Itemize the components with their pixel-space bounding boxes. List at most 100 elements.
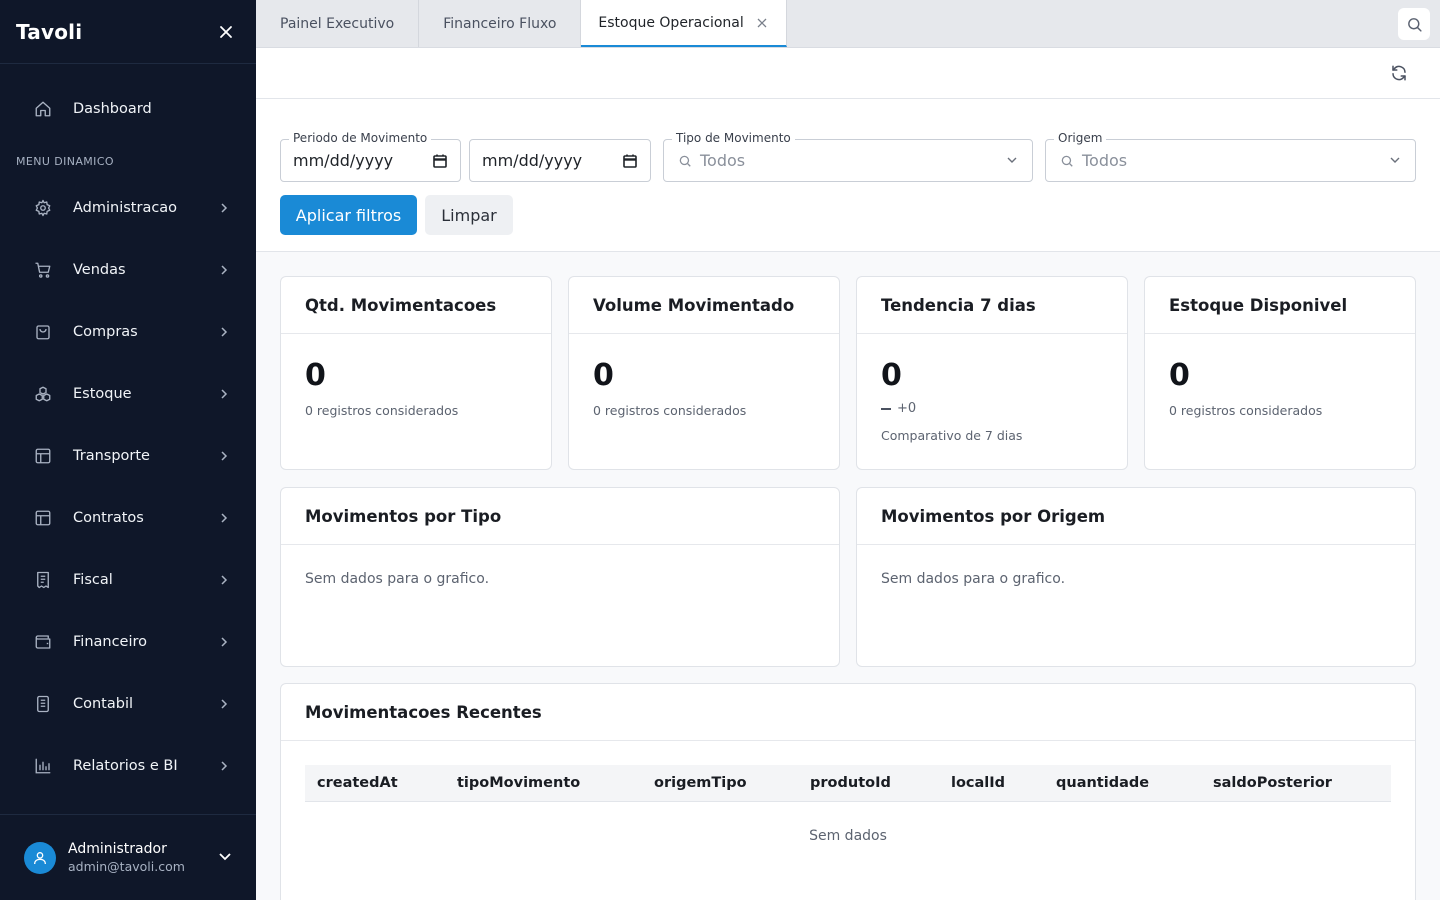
search-button[interactable] (1398, 8, 1430, 40)
main-content: Painel Executivo Financeiro Fluxo Estoqu… (256, 0, 1440, 900)
chart-empty-message: Sem dados para o grafico. (881, 571, 1066, 587)
tab-bar: Painel Executivo Financeiro Fluxo Estoqu… (256, 0, 1440, 48)
sidebar-item-label: Compras (73, 324, 138, 340)
kpi-value: 0 (881, 358, 902, 393)
refresh-icon (1392, 65, 1406, 81)
apply-filters-button[interactable]: Aplicar filtros (280, 195, 417, 235)
chevron-down-icon (1006, 151, 1018, 170)
chart-card-movimentos-por-origem: Movimentos por Origem Sem dados para o g… (856, 487, 1416, 667)
sidebar-item-estoque[interactable]: Estoque (0, 372, 256, 416)
kpi-delta: +0 (881, 401, 1103, 416)
table-header: createdAt tipoMovimento origemTipo produ… (305, 765, 1391, 802)
user-menu[interactable]: Administrador admin@tavoli.com (0, 814, 256, 900)
cart-icon (32, 259, 54, 281)
kpi-subtitle: 0 registros considerados (1169, 403, 1323, 418)
recent-title: Movimentacoes Recentes (281, 684, 1415, 741)
menu-section-label: MENU DINAMICO (16, 155, 114, 168)
tab-label: Estoque Operacional (598, 14, 744, 31)
user-icon (34, 851, 46, 864)
kpi-subtitle: 0 registros considerados (593, 403, 747, 418)
tipo-movimento-select[interactable]: Tipo de Movimento Todos (663, 131, 1033, 182)
column-header-origemTipo[interactable]: origemTipo (642, 775, 798, 791)
kpi-title: Estoque Disponivel (1145, 277, 1415, 334)
sidebar-item-financeiro[interactable]: Financeiro (0, 620, 256, 664)
chevron-right-icon (216, 510, 232, 526)
sidebar-item-relatorios-bi[interactable]: Relatorios e BI (0, 744, 256, 788)
notebook-icon (32, 693, 54, 715)
chevron-right-icon (216, 448, 232, 464)
chevron-right-icon (216, 758, 232, 774)
chart-empty-message: Sem dados para o grafico. (305, 571, 490, 587)
sidebar-item-label: Vendas (73, 262, 126, 278)
sidebar-header: Tavoli (0, 0, 256, 64)
sidebar-item-label: Estoque (73, 386, 132, 402)
kpi-value: 0 (305, 358, 326, 393)
period-start-field[interactable]: Periodo de Movimento mm/dd/yyyy (280, 131, 461, 182)
sidebar-item-label: Financeiro (73, 634, 148, 650)
tab-label: Painel Executivo (280, 15, 395, 32)
column-header-localId[interactable]: localId (939, 775, 1044, 791)
close-tab-icon[interactable] (756, 17, 768, 29)
brand-logo: Tavoli (16, 19, 83, 44)
chart-title: Movimentos por Origem (857, 488, 1415, 545)
filters-panel: Periodo de Movimento mm/dd/yyyy mm/dd/yy… (256, 99, 1440, 252)
sidebar-item-contabil[interactable]: Contabil (0, 682, 256, 726)
kpi-card-tendencia-7-dias: Tendencia 7 dias 0 +0 Comparativo de 7 d… (856, 276, 1128, 470)
date-end-input[interactable]: mm/dd/yyyy (482, 151, 582, 170)
kpi-title: Volume Movimentado (569, 277, 839, 334)
receipt-icon (32, 569, 54, 591)
home-icon (32, 98, 54, 120)
chevron-right-icon (216, 324, 232, 340)
kpi-compare: Comparativo de 7 dias (881, 428, 1023, 443)
recent-table: createdAt tipoMovimento origemTipo produ… (305, 765, 1391, 844)
sidebar-item-transporte[interactable]: Transporte (0, 434, 256, 478)
recent-movements-card: Movimentacoes Recentes createdAt tipoMov… (280, 683, 1416, 900)
chevron-right-icon (216, 386, 232, 402)
column-header-saldoPosterior[interactable]: saldoPosterior (1201, 775, 1391, 791)
tab-label: Financeiro Fluxo (443, 15, 557, 32)
sidebar-item-compras[interactable]: Compras (0, 310, 256, 354)
date-start-input[interactable]: mm/dd/yyyy (293, 151, 393, 170)
tab-painel-executivo[interactable]: Painel Executivo (256, 0, 420, 47)
clear-filters-button[interactable]: Limpar (425, 195, 513, 235)
sidebar-item-label: Administracao (73, 200, 178, 216)
chevron-right-icon (216, 572, 232, 588)
table-empty-message: Sem dados (809, 828, 887, 844)
chart-title: Movimentos por Tipo (281, 488, 839, 545)
period-end-field[interactable]: mm/dd/yyyy (469, 139, 651, 182)
column-header-produtoId[interactable]: produtoId (798, 775, 939, 791)
kpi-value: 0 (1169, 358, 1190, 393)
origem-label: Origem (1054, 131, 1107, 145)
kpi-value: 0 (593, 358, 614, 393)
sidebar-item-label: Contabil (73, 696, 134, 712)
sidebar-item-label: Relatorios e BI (73, 758, 178, 774)
column-header-quantidade[interactable]: quantidade (1044, 775, 1201, 791)
calendar-icon[interactable] (622, 153, 638, 169)
tipo-movimento-label: Tipo de Movimento (672, 131, 795, 145)
sidebar-item-label: Transporte (73, 448, 150, 464)
chevron-right-icon (216, 200, 232, 216)
sidebar-item-label: Dashboard (73, 101, 152, 117)
close-icon (220, 25, 232, 38)
toolbar (256, 48, 1440, 99)
column-header-createdAt[interactable]: createdAt (305, 775, 445, 791)
user-info: Administrador admin@tavoli.com (68, 841, 218, 874)
tab-estoque-operacional[interactable]: Estoque Operacional (581, 0, 787, 47)
chevron-right-icon (216, 634, 232, 650)
chevron-right-icon (216, 696, 232, 712)
calendar-icon[interactable] (432, 153, 448, 169)
sidebar-item-contratos[interactable]: Contratos (0, 496, 256, 540)
kpi-title: Tendencia 7 dias (857, 277, 1127, 334)
column-header-tipoMovimento[interactable]: tipoMovimento (445, 775, 642, 791)
tab-financeiro-fluxo[interactable]: Financeiro Fluxo (419, 0, 582, 47)
sidebar-item-fiscal[interactable]: Fiscal (0, 558, 256, 602)
origem-select[interactable]: Origem Todos (1045, 131, 1416, 182)
sidebar-item-vendas[interactable]: Vendas (0, 248, 256, 292)
refresh-button[interactable] (1388, 62, 1410, 84)
close-sidebar-button[interactable] (212, 18, 240, 46)
layout-icon (32, 507, 54, 529)
sidebar-item-administracao[interactable]: Administracao (0, 186, 256, 230)
sidebar-item-dashboard[interactable]: Dashboard (0, 87, 256, 131)
kpi-card-volume-movimentado: Volume Movimentado 0 0 registros conside… (568, 276, 840, 470)
sidebar-item-label: Fiscal (73, 572, 113, 588)
